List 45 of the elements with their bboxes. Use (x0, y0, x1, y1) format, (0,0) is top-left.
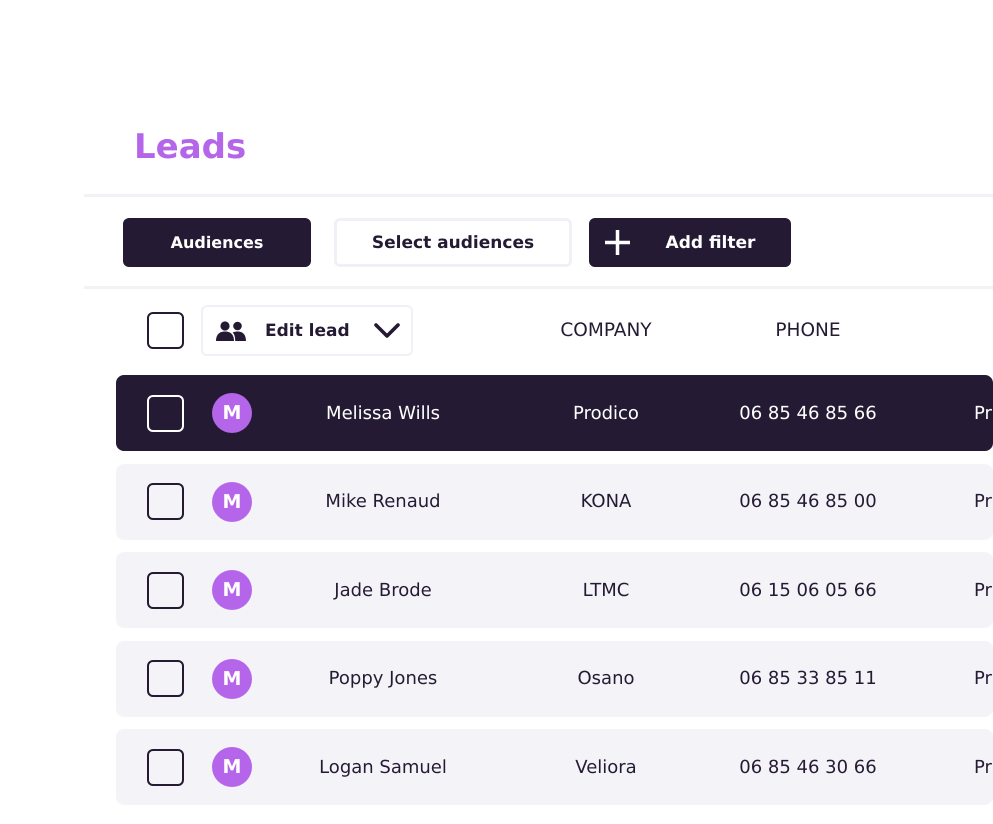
table-row[interactable]: M Melissa Wills Prodico 06 85 46 85 66 Pr (116, 375, 993, 451)
company-cell: KONA (580, 491, 632, 512)
select-audiences-button[interactable]: Select audiences (334, 218, 572, 267)
phone-cell: 06 85 46 30 66 (739, 756, 877, 778)
lead-name: Poppy Jones (328, 668, 438, 689)
table-row[interactable]: M Mike Renaud KONA 06 85 46 85 00 Pr (116, 464, 993, 540)
select-all-checkbox[interactable] (147, 312, 184, 349)
avatar: M (212, 482, 252, 522)
lead-name: Melissa Wills (326, 402, 440, 424)
lead-name: Jade Brode (334, 580, 432, 600)
chevron-down-icon (374, 322, 400, 338)
column-header: PHONE (775, 320, 841, 341)
row-checkbox[interactable] (147, 483, 184, 520)
avatar: M (212, 747, 252, 787)
company-cell: Osano (578, 668, 634, 689)
avatar: M (212, 658, 252, 698)
row-checkbox[interactable] (147, 572, 184, 608)
audiences-button[interactable]: Audiences (123, 218, 311, 267)
table-cell-text: Pr (973, 756, 992, 778)
edit-lead-dropdown[interactable]: Edit lead (201, 305, 413, 356)
table-cell-text: Pr (973, 668, 992, 689)
add-filter-button[interactable]: Add filter (589, 218, 791, 267)
table-row[interactable]: M Logan Samuel Veliora 06 85 46 30 66 Pr (116, 729, 993, 805)
row-checkbox[interactable] (147, 748, 184, 786)
column-header: COMPANY (560, 320, 652, 341)
company-cell: Prodico (573, 402, 639, 424)
table-cell-text: Pr (973, 580, 992, 600)
page-title: Leads (134, 127, 248, 167)
people-icon (216, 320, 246, 340)
phone-cell: 06 85 46 85 66 (739, 402, 877, 424)
lead-name: Mike Renaud (325, 491, 441, 512)
avatar: M (212, 570, 252, 610)
company-cell: LTMC (582, 580, 630, 600)
table-row[interactable]: M Jade Brode LTMC 06 15 06 05 66 Pr (116, 552, 993, 628)
table-cell-text: Pr (973, 402, 992, 424)
table-row[interactable]: M Poppy Jones Osano 06 85 33 85 11 Pr (116, 640, 993, 716)
plus-icon (605, 230, 630, 255)
row-checkbox[interactable] (147, 660, 184, 697)
phone-cell: 06 85 33 85 11 (739, 668, 877, 689)
table-cell-text: Pr (973, 491, 992, 512)
company-cell: Veliora (575, 756, 637, 778)
avatar: M (212, 393, 252, 433)
lead-name: Logan Samuel (319, 756, 447, 778)
phone-cell: 06 15 06 05 66 (739, 580, 877, 600)
phone-cell: 06 85 46 85 00 (739, 491, 877, 512)
